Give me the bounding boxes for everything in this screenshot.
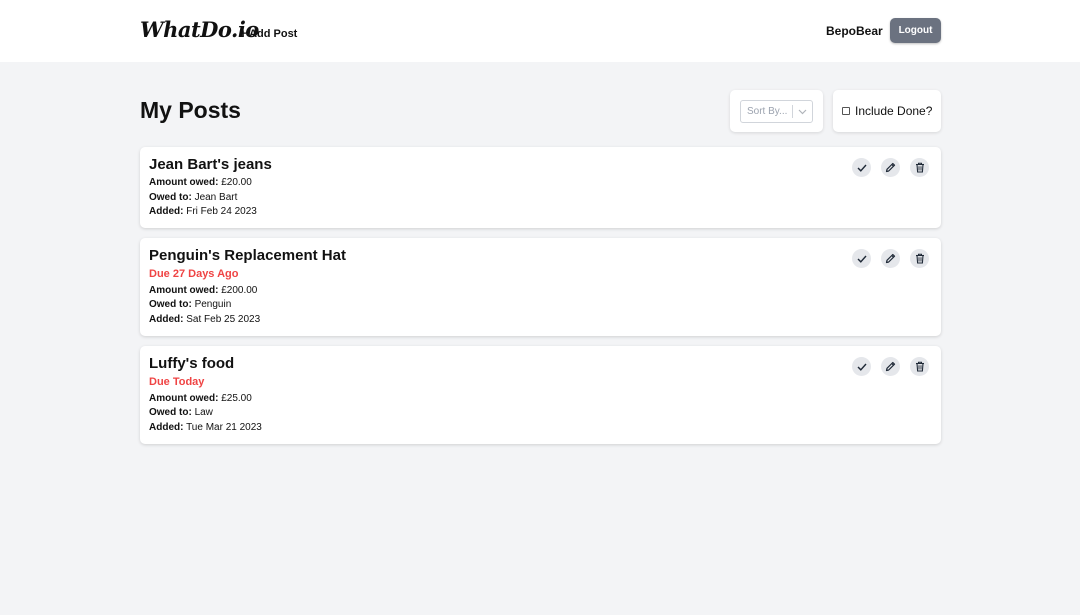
post-added: Added: Tue Mar 21 2023 — [149, 422, 262, 433]
page-title: My Posts — [140, 97, 241, 123]
post-title: Jean Bart's jeans — [149, 156, 272, 173]
owed-to-value: Jean Bart — [194, 192, 238, 203]
post-owed-to: Owed to: Penguin — [149, 299, 231, 310]
added-label: Added: — [149, 422, 184, 433]
pencil-icon — [885, 361, 896, 372]
add-post-link[interactable]: + Add Post — [240, 28, 297, 40]
post-owed-to: Owed to: Law — [149, 407, 213, 418]
owed-to-value: Penguin — [194, 299, 232, 310]
post-card: Penguin's Replacement Hat Due 27 Days Ag… — [140, 238, 941, 336]
added-value: Fri Feb 24 2023 — [186, 206, 257, 217]
pencil-icon — [885, 162, 896, 173]
owed-to-label: Owed to: — [149, 299, 192, 310]
pencil-icon — [885, 253, 896, 264]
amount-value: £200.00 — [221, 285, 258, 296]
logout-button[interactable]: Logout — [890, 18, 941, 43]
post-title: Luffy's food — [149, 355, 235, 372]
sort-placeholder: Sort By... — [747, 106, 788, 117]
post-card: Luffy's food Due Today Amount owed: £25.… — [140, 346, 941, 444]
owed-to-label: Owed to: — [149, 192, 192, 203]
delete-post-button[interactable] — [910, 357, 929, 376]
post-added: Added: Fri Feb 24 2023 — [149, 206, 257, 217]
trash-icon — [915, 361, 924, 372]
check-icon — [857, 255, 867, 263]
check-icon — [857, 164, 867, 172]
post-amount: Amount owed: £25.00 — [149, 393, 252, 404]
edit-post-button[interactable] — [881, 158, 900, 177]
top-navbar: WhatDo.io + Add Post BepoBear Logout — [0, 0, 1080, 62]
amount-value: £20.00 — [221, 177, 252, 188]
chevron-down-icon[interactable] — [793, 109, 812, 115]
include-done-card: Include Done? — [833, 90, 941, 132]
amount-label: Amount owed: — [149, 393, 219, 404]
post-owed-to: Owed to: Jean Bart — [149, 192, 237, 203]
post-due-status: Due 27 Days Ago — [149, 268, 239, 280]
post-title: Penguin's Replacement Hat — [149, 247, 346, 264]
post-amount: Amount owed: £200.00 — [149, 285, 257, 296]
post-due-status: Due Today — [149, 376, 205, 388]
added-value: Tue Mar 21 2023 — [186, 422, 262, 433]
edit-post-button[interactable] — [881, 249, 900, 268]
added-value: Sat Feb 25 2023 — [186, 314, 261, 325]
trash-icon — [915, 253, 924, 264]
mark-done-button[interactable] — [852, 249, 871, 268]
username: BepoBear — [826, 24, 883, 38]
delete-post-button[interactable] — [910, 158, 929, 177]
added-label: Added: — [149, 314, 184, 325]
sort-select[interactable]: Sort By... — [740, 100, 813, 123]
owed-to-value: Law — [194, 407, 213, 418]
post-card: Jean Bart's jeans Amount owed: £20.00 Ow… — [140, 147, 941, 228]
amount-label: Amount owed: — [149, 285, 219, 296]
include-done-checkbox[interactable] — [842, 107, 850, 115]
trash-icon — [915, 162, 924, 173]
added-label: Added: — [149, 206, 184, 217]
check-icon — [857, 363, 867, 371]
sort-card: Sort By... — [730, 90, 823, 132]
post-amount: Amount owed: £20.00 — [149, 177, 252, 188]
mark-done-button[interactable] — [852, 357, 871, 376]
amount-value: £25.00 — [221, 393, 252, 404]
amount-label: Amount owed: — [149, 177, 219, 188]
delete-post-button[interactable] — [910, 249, 929, 268]
post-added: Added: Sat Feb 25 2023 — [149, 314, 260, 325]
mark-done-button[interactable] — [852, 158, 871, 177]
owed-to-label: Owed to: — [149, 407, 192, 418]
include-done-label[interactable]: Include Done? — [855, 104, 932, 118]
edit-post-button[interactable] — [881, 357, 900, 376]
